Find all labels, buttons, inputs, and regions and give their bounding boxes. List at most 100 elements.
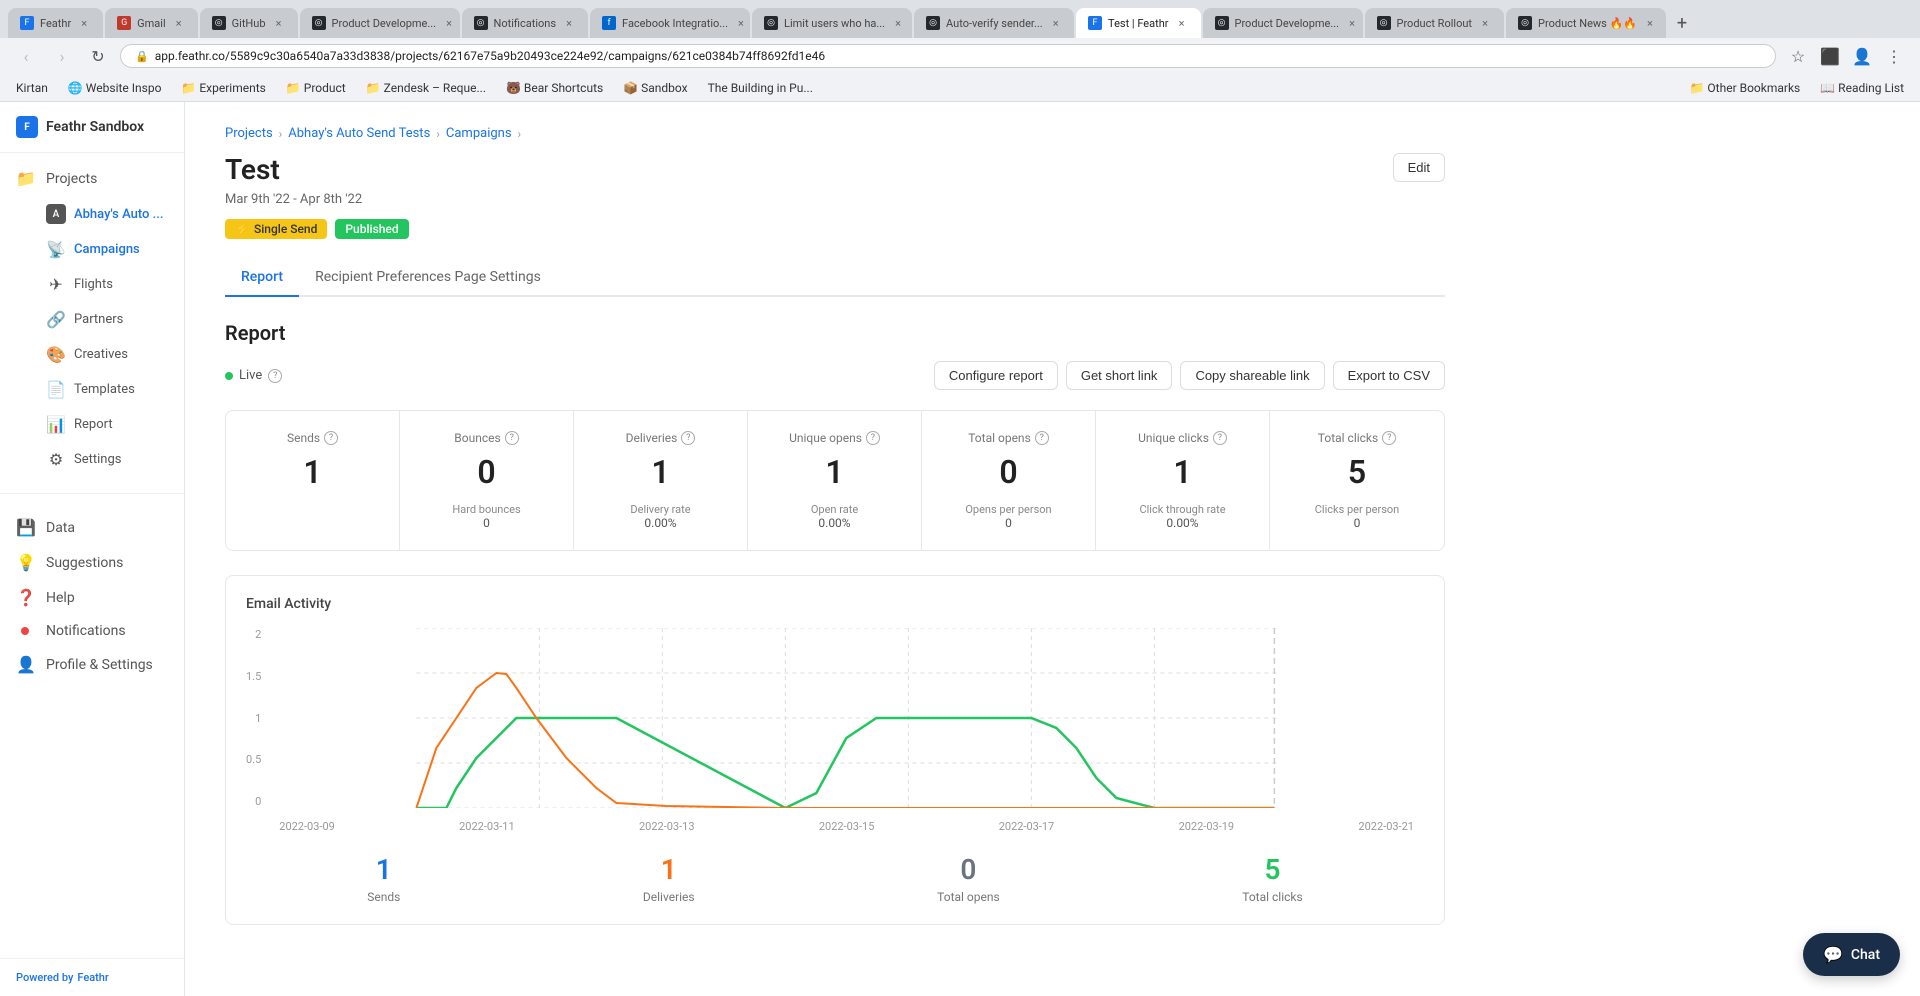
tab-close-6[interactable]: × <box>734 16 748 30</box>
browser-tab-8[interactable]: ◎ Auto-verify sender... × <box>914 8 1074 38</box>
sidebar-item-campaigns[interactable]: 📡 Campaigns <box>0 232 184 267</box>
tab-close-2[interactable]: × <box>172 16 186 30</box>
chart-metric-sends-label: Sends <box>367 890 400 904</box>
back-button[interactable]: ‹ <box>12 42 40 70</box>
bookmark-bear[interactable]: 🐻 Bear Shortcuts <box>502 79 607 97</box>
tab-close-7[interactable]: × <box>891 16 905 30</box>
browser-tab-1[interactable]: F Feathr × <box>8 8 103 38</box>
bookmark-sandbox[interactable]: 📦 Sandbox <box>619 79 691 97</box>
bookmark-other[interactable]: 📁 Other Bookmarks <box>1686 79 1805 97</box>
sidebar-item-partners[interactable]: 🔗 Partners <box>0 302 184 337</box>
tab-close-9[interactable]: × <box>1175 16 1189 30</box>
bookmark-product[interactable]: 📁 Product <box>282 79 350 97</box>
breadcrumb-projects[interactable]: Projects <box>225 126 273 141</box>
sidebar-item-flights[interactable]: ✈ Flights <box>0 267 184 302</box>
sidebar-item-help[interactable]: ❓ Help <box>0 580 184 615</box>
forward-button[interactable]: › <box>48 42 76 70</box>
bookmark-button[interactable]: ☆ <box>1784 42 1812 70</box>
browser-tab-10[interactable]: ◎ Product Developme... × <box>1203 8 1363 38</box>
main-content: Projects › Abhay's Auto Send Tests › Cam… <box>185 102 1920 996</box>
sidebar-item-workspace[interactable]: A Abhay's Auto ... <box>0 196 184 232</box>
stat-bounces-sub-label: Hard bounces <box>416 503 557 516</box>
browser-tab-3[interactable]: ◎ GitHub × <box>200 8 298 38</box>
tab-label-12: Product News 🔥🔥 <box>1538 17 1637 30</box>
unique-opens-info-icon: ? <box>866 431 880 445</box>
profile-button[interactable]: 👤 <box>1848 42 1876 70</box>
browser-tab-9[interactable]: F Test | Feathr × <box>1076 8 1200 38</box>
url-bar[interactable]: 🔒 app.feathr.co/5589c9c30a6540a7a33d3838… <box>120 44 1776 68</box>
sidebar-item-profile[interactable]: 👤 Profile & Settings <box>0 647 184 682</box>
new-tab-button[interactable]: + <box>1668 9 1696 37</box>
browser-tab-bar: F Feathr × G Gmail × ◎ GitHub × ◎ Produc… <box>0 0 1920 38</box>
partners-icon: 🔗 <box>46 310 66 329</box>
powered-by: Powered by Feathr <box>16 971 168 984</box>
data-icon: 💾 <box>16 518 36 537</box>
sidebar-item-notifications[interactable]: Notifications <box>0 615 184 647</box>
bookmark-website-inspo[interactable]: 🌐 Website Inspo <box>64 79 166 97</box>
breadcrumb-sep-3: › <box>518 127 522 141</box>
single-send-label: Single Send <box>254 222 317 236</box>
chat-button[interactable]: 💬 Chat <box>1803 933 1900 976</box>
stat-total-clicks-sub-value: 0 <box>1286 516 1428 530</box>
tab-close-8[interactable]: × <box>1049 16 1063 30</box>
feathr-brand[interactable]: Feathr <box>77 971 108 984</box>
sidebar-item-report[interactable]: 📊 Report <box>0 407 184 442</box>
bookmark-building[interactable]: The Building in Pu... <box>704 79 817 97</box>
stat-unique-clicks-sub-value: 0.00% <box>1112 516 1253 530</box>
profile-settings-icon: 👤 <box>16 655 36 674</box>
browser-tab-12[interactable]: ◎ Product News 🔥🔥 × <box>1506 8 1666 38</box>
sidebar-item-templates[interactable]: 📄 Templates <box>0 372 184 407</box>
browser-tab-5[interactable]: ◎ Notifications × <box>462 8 589 38</box>
tab-close-11[interactable]: × <box>1478 16 1492 30</box>
extensions-button[interactable]: ⬛ <box>1816 42 1844 70</box>
tab-recipient-preferences[interactable]: Recipient Preferences Page Settings <box>299 259 557 297</box>
breadcrumb-workspace[interactable]: Abhay's Auto Send Tests <box>288 126 430 141</box>
export-csv-button[interactable]: Export to CSV <box>1333 361 1445 390</box>
logo-text: Feathr Sandbox <box>46 119 144 135</box>
sidebar-label-creatives: Creatives <box>74 347 128 362</box>
sidebar-label-help: Help <box>46 590 75 606</box>
report-action-buttons: Configure report Get short link Copy sha… <box>934 361 1445 390</box>
browser-tab-6[interactable]: f Facebook Integratio... × <box>590 8 750 38</box>
menu-button[interactable]: ⋮ <box>1880 42 1908 70</box>
stat-total-clicks-value: 5 <box>1286 453 1428 491</box>
browser-tab-4[interactable]: ◎ Product Developme... × <box>300 8 460 38</box>
edit-button[interactable]: Edit <box>1393 153 1445 182</box>
copy-shareable-link-button[interactable]: Copy shareable link <box>1180 361 1324 390</box>
stat-unique-opens-sub-value: 0.00% <box>764 516 905 530</box>
stat-unique-opens-value: 1 <box>764 453 905 491</box>
tab-close-10[interactable]: × <box>1345 16 1359 30</box>
stats-grid: Sends ? 1 Bounces ? 0 Hard bounces 0 <box>225 410 1445 551</box>
breadcrumb-campaigns[interactable]: Campaigns <box>446 126 512 141</box>
reload-button[interactable]: ↻ <box>84 42 112 70</box>
stat-deliveries-label: Deliveries ? <box>590 431 731 445</box>
sidebar-item-projects[interactable]: 📁 Projects <box>0 161 184 196</box>
configure-report-button[interactable]: Configure report <box>934 361 1058 390</box>
sidebar-item-data[interactable]: 💾 Data <box>0 510 184 545</box>
sidebar-label-campaigns: Campaigns <box>74 242 140 257</box>
get-short-link-button[interactable]: Get short link <box>1066 361 1173 390</box>
notification-dot <box>21 627 29 635</box>
tab-report[interactable]: Report <box>225 259 299 297</box>
tab-close-5[interactable]: × <box>562 16 576 30</box>
stat-sends: Sends ? 1 <box>226 411 400 550</box>
bookmark-zendesk[interactable]: 📁 Zendesk – Reque... <box>362 79 490 97</box>
notification-icon <box>16 627 36 635</box>
report-controls: Live ? Configure report Get short link C… <box>225 361 1445 390</box>
tab-close-1[interactable]: × <box>77 16 91 30</box>
browser-tab-7[interactable]: ◎ Limit users who ha... × <box>752 8 912 38</box>
tab-close-4[interactable]: × <box>442 16 456 30</box>
sidebar-item-settings[interactable]: ⚙ Settings <box>0 442 184 477</box>
sidebar-item-suggestions[interactable]: 💡 Suggestions <box>0 545 184 580</box>
bookmark-kirtan[interactable]: Kirtan <box>12 79 52 97</box>
tab-close-3[interactable]: × <box>272 16 286 30</box>
bookmark-reading-list[interactable]: 📖 Reading List <box>1816 79 1908 97</box>
tab-close-12[interactable]: × <box>1643 16 1657 30</box>
chart-metric-clicks-label: Total clicks <box>1242 890 1302 904</box>
sidebar-item-creatives[interactable]: 🎨 Creatives <box>0 337 184 372</box>
browser-tab-2[interactable]: G Gmail × <box>105 8 197 38</box>
templates-icon: 📄 <box>46 380 66 399</box>
chart-metric-opens-value: 0 <box>937 853 1000 886</box>
browser-tab-11[interactable]: ◎ Product Rollout × <box>1365 8 1505 38</box>
bookmark-experiments[interactable]: 📁 Experiments <box>177 79 269 97</box>
